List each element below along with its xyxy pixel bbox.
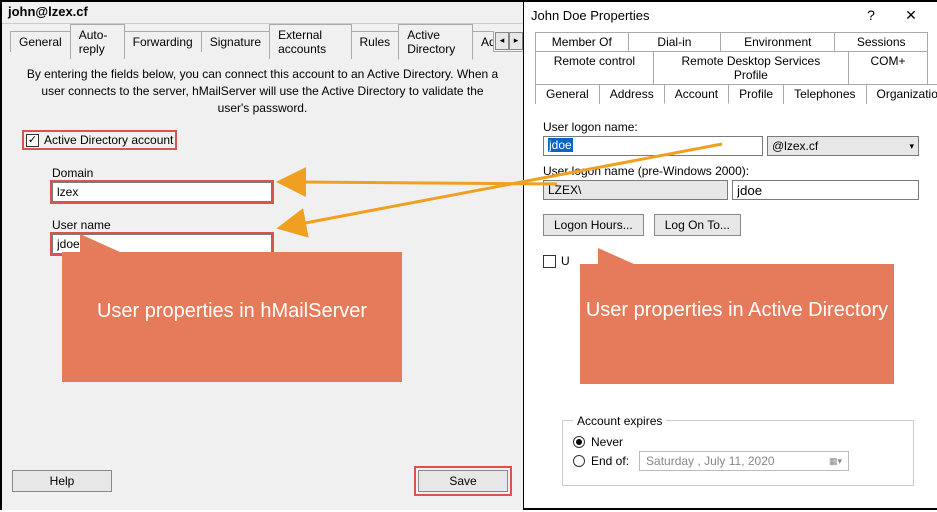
tab-telephones[interactable]: Telephones [783, 84, 866, 104]
prewin-label: User logon name (pre-Windows 2000): [543, 164, 919, 178]
ad-account-checkbox[interactable]: ✓ [26, 134, 39, 147]
logon-hours-button[interactable]: Logon Hours... [543, 214, 644, 236]
help-text: By entering the fields below, you can co… [26, 66, 499, 116]
tab-auto-reply[interactable]: Auto-reply [70, 24, 125, 59]
never-radio-row[interactable]: Never [573, 435, 903, 449]
tab-rules[interactable]: Rules [351, 31, 400, 52]
tab-com-plus[interactable]: COM+ [848, 51, 928, 84]
domain-suffix-value: @lzex.cf [772, 139, 818, 153]
ad-account-highlight: ✓ Active Directory account [22, 130, 177, 150]
tab-scroll-right[interactable]: ▸ [509, 32, 523, 50]
logon-name-input[interactable]: jdoe [543, 136, 763, 156]
endof-date-value: Saturday , July 11, 2020 [646, 454, 775, 468]
left-title: john@lzex.cf [2, 2, 523, 24]
tab-account[interactable]: Account [664, 84, 729, 104]
checkmark-icon: ✓ [28, 135, 37, 146]
tab-forwarding[interactable]: Forwarding [124, 31, 202, 52]
account-expires-group: Account expires Never End of: Saturday ,… [562, 420, 914, 486]
ad-account-checkbox-row: ✓ Active Directory account [22, 130, 523, 150]
prewin-user-input[interactable] [732, 180, 919, 200]
callout-hmailserver: User properties in hMailServer [62, 252, 402, 382]
tab-advanced-partial[interactable]: Adv [472, 31, 494, 52]
unlock-label-partial: U [561, 254, 570, 268]
callout-ad: User properties in Active Directory [580, 264, 894, 384]
endof-radio-row[interactable]: End of: Saturday , July 11, 2020 ▦▾ [573, 451, 903, 471]
callout-ad-text: User properties in Active Directory [580, 264, 894, 324]
account-expires-legend: Account expires [573, 414, 666, 428]
domain-group: Domain [52, 166, 523, 202]
right-tabs: Member Of Dial-in Environment Sessions R… [535, 32, 927, 104]
logon-name-value: jdoe [548, 138, 573, 152]
never-radio[interactable] [573, 436, 585, 448]
log-on-to-button[interactable]: Log On To... [654, 214, 741, 236]
save-highlight: Save [414, 466, 512, 496]
tab-external-accounts[interactable]: External accounts [269, 24, 351, 59]
tab-sessions[interactable]: Sessions [834, 32, 928, 51]
tab-general[interactable]: General [10, 31, 71, 52]
domain-suffix-combo[interactable]: @lzex.cf ▾ [767, 136, 919, 156]
domain-label: Domain [52, 166, 523, 180]
prewin-prefix-value: LZEX\ [548, 183, 581, 197]
unlock-checkbox[interactable] [543, 255, 556, 268]
chevron-down-icon: ▾ [909, 141, 914, 152]
tab-profile[interactable]: Profile [728, 84, 784, 104]
username-group: User name [52, 218, 523, 254]
prewin-prefix: LZEX\ [543, 180, 728, 200]
logon-name-label: User logon name: [543, 120, 919, 134]
tab-signature[interactable]: Signature [201, 31, 270, 52]
right-title-bar: John Doe Properties ? ✕ [525, 2, 937, 28]
endof-date-picker[interactable]: Saturday , July 11, 2020 ▦▾ [639, 451, 849, 471]
tab-rds-profile[interactable]: Remote Desktop Services Profile [653, 51, 849, 84]
domain-input[interactable] [52, 182, 272, 202]
tab-scroll: ◂ ▸ [495, 32, 523, 50]
help-icon[interactable]: ? [851, 5, 891, 25]
left-button-row: Help Save [12, 466, 512, 496]
hmailserver-pane: john@lzex.cf General Auto-reply Forwardi… [2, 2, 524, 510]
tab-environment[interactable]: Environment [720, 32, 835, 51]
tab-member-of[interactable]: Member Of [535, 32, 629, 51]
tab-remote-control[interactable]: Remote control [535, 51, 654, 84]
left-tabs: General Auto-reply Forwarding Signature … [10, 30, 523, 52]
tab-general-r[interactable]: General [535, 84, 600, 104]
calendar-dropdown-icon: ▦▾ [829, 456, 842, 467]
endof-label: End of: [591, 454, 629, 468]
right-title: John Doe Properties [531, 8, 851, 23]
account-tab-body: User logon name: jdoe @lzex.cf ▾ User lo… [525, 104, 937, 276]
help-button[interactable]: Help [12, 470, 112, 492]
username-label: User name [52, 218, 523, 232]
close-icon[interactable]: ✕ [891, 5, 931, 25]
tab-active-directory[interactable]: Active Directory [398, 24, 473, 60]
tab-organization[interactable]: Organization [866, 84, 937, 104]
ad-account-label: Active Directory account [44, 133, 173, 147]
save-button[interactable]: Save [418, 470, 508, 492]
tab-address[interactable]: Address [599, 84, 665, 104]
tab-scroll-left[interactable]: ◂ [495, 32, 509, 50]
never-label: Never [591, 435, 623, 449]
endof-radio[interactable] [573, 455, 585, 467]
callout-hmailserver-text: User properties in hMailServer [62, 252, 402, 323]
tab-dial-in[interactable]: Dial-in [628, 32, 722, 51]
